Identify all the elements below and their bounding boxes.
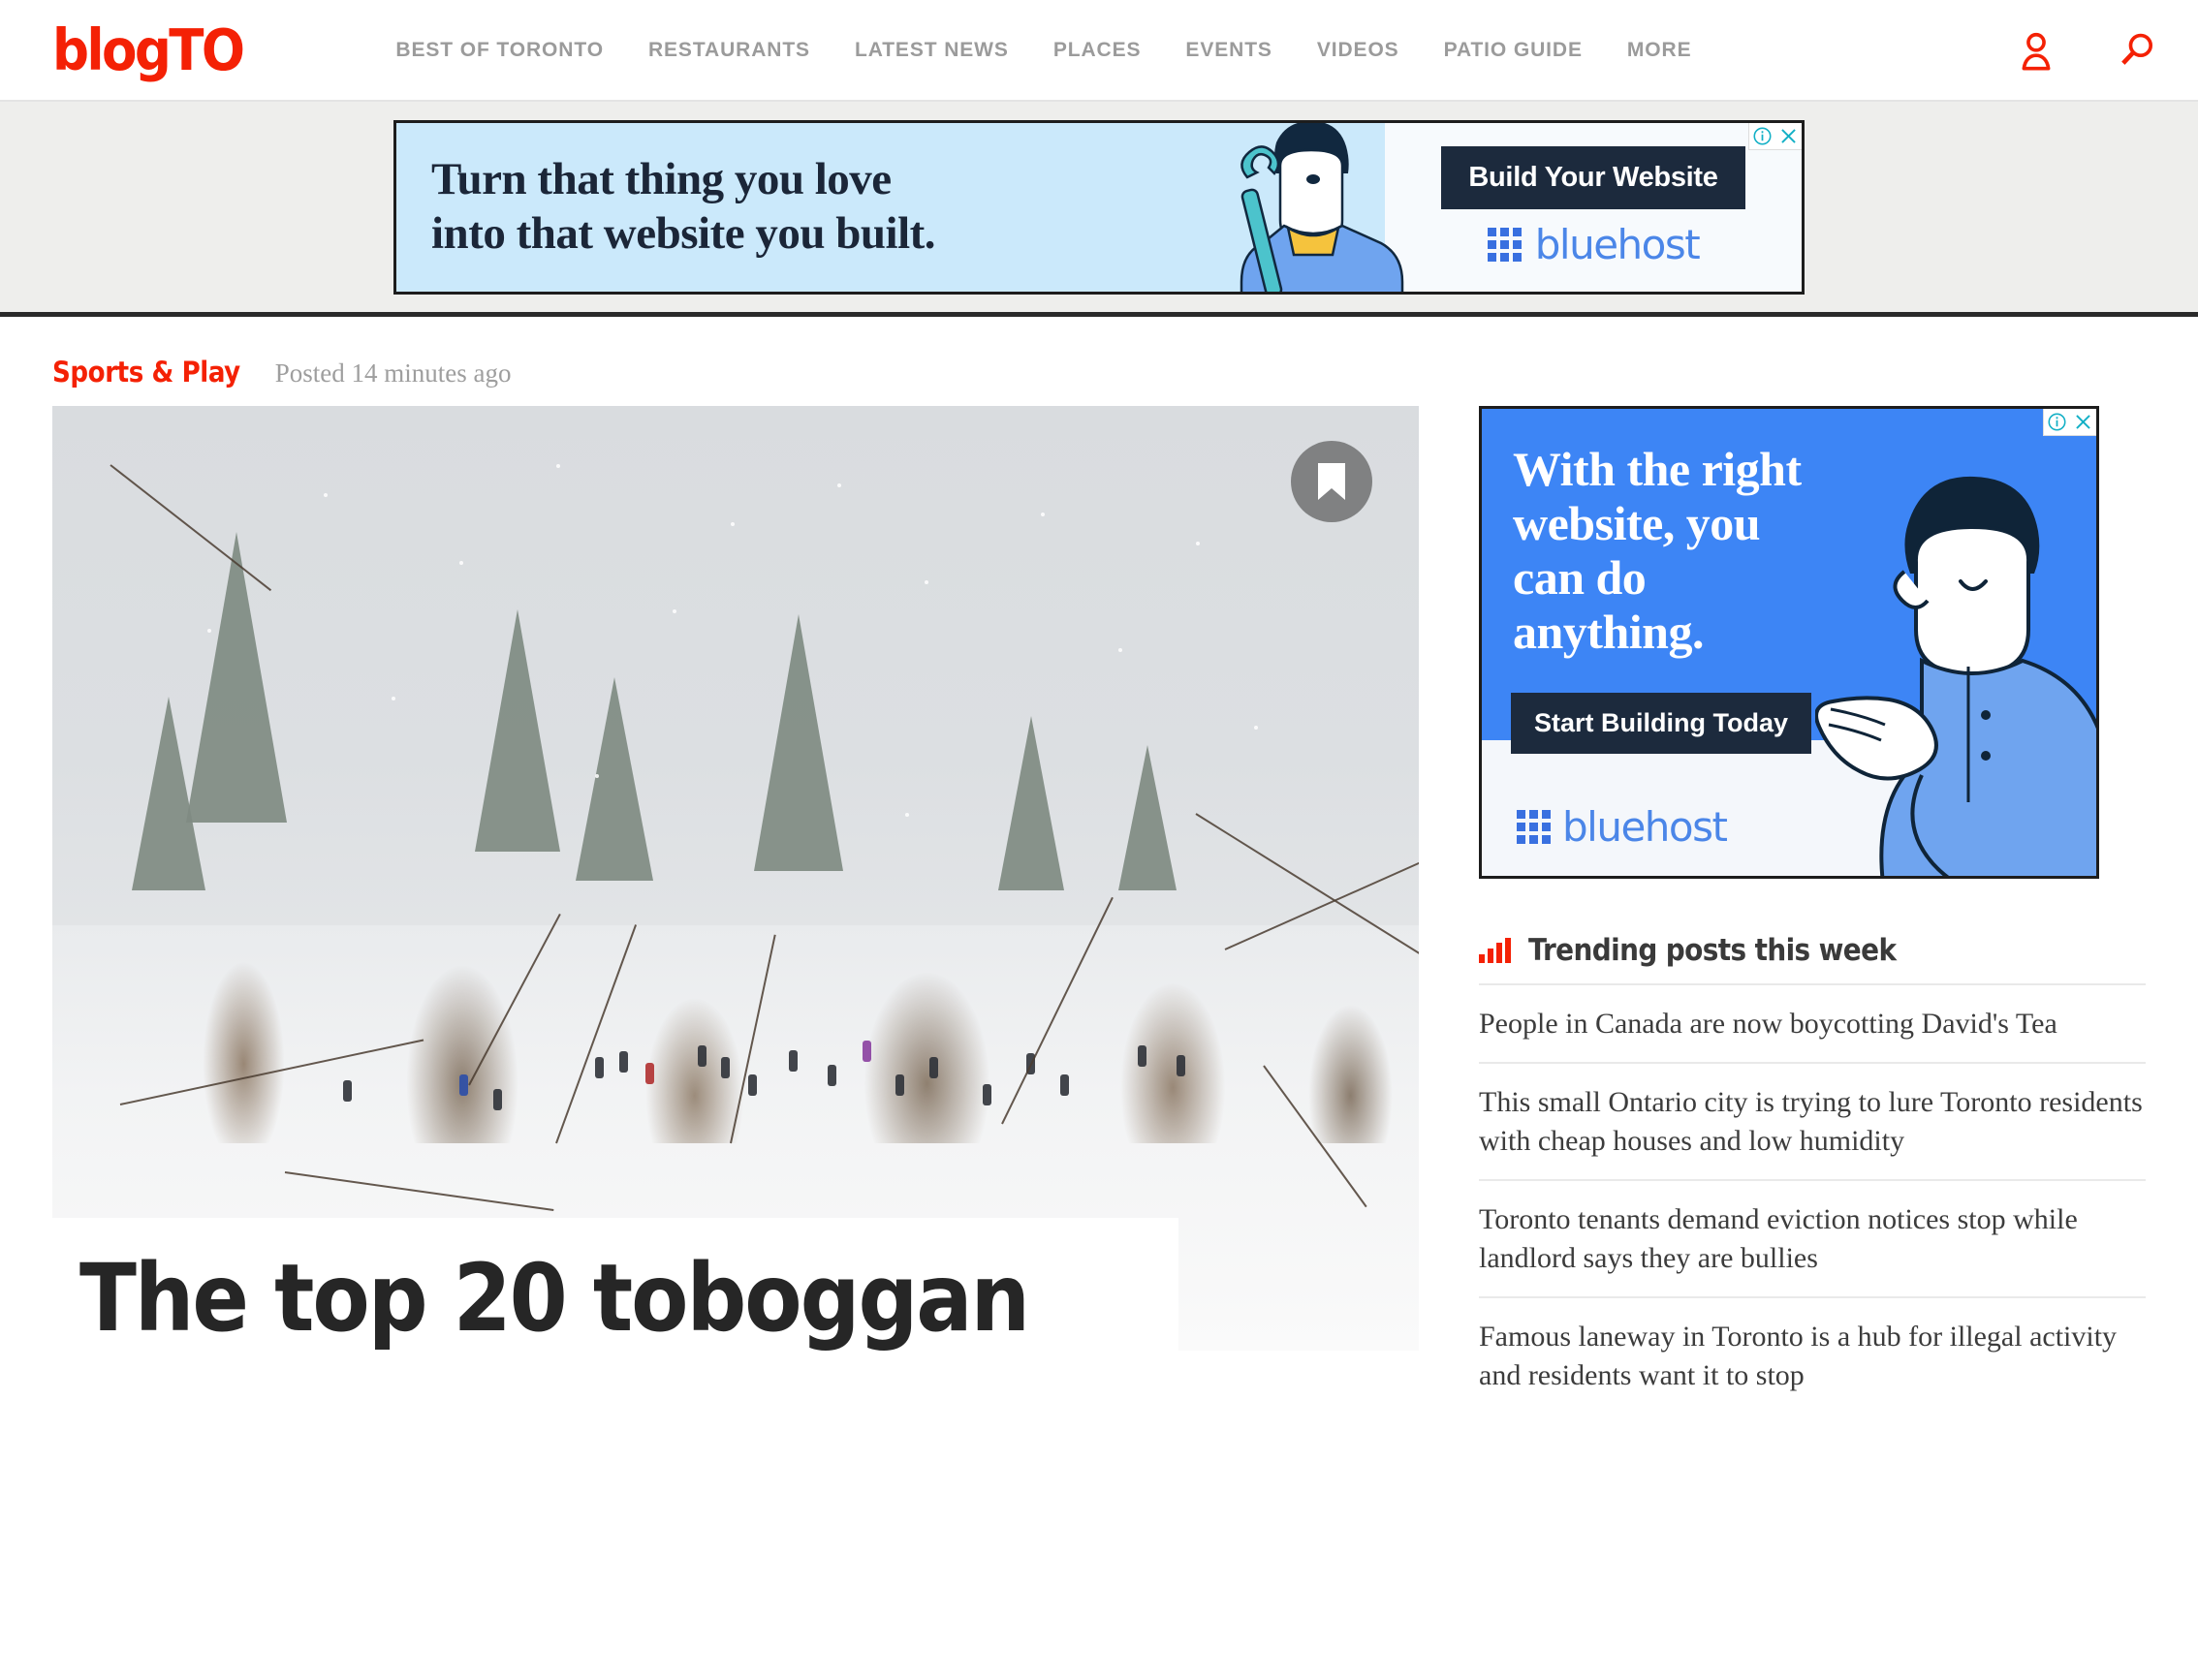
search-icon[interactable] — [2115, 29, 2159, 74]
leaderboard-ad-line2: into that website you built. — [431, 207, 936, 259]
hero-person — [929, 1057, 938, 1078]
sidebar-ad-headline: With the right website, you can do anyth… — [1513, 442, 1802, 659]
leaderboard-ad-copy: Turn that thing you love into that websi… — [431, 153, 936, 261]
sidebar: With the right website, you can do anyth… — [1479, 406, 2146, 1414]
hero-person — [748, 1074, 757, 1096]
leaderboard-ad-illustration — [1240, 122, 1404, 292]
sidebar-ad-cta-button[interactable]: Start Building Today — [1511, 693, 1811, 754]
main-navigation: BEST OF TORONTO RESTAURANTS LATEST NEWS … — [373, 39, 1713, 62]
hero-person — [595, 1057, 604, 1078]
article-category[interactable]: Sports & Play — [52, 356, 240, 389]
sidebar-ad-badges — [2043, 409, 2096, 436]
sidebar-bluehost-logo: bluehost — [1517, 803, 1728, 851]
sidebar-ad-illustration — [1815, 476, 2096, 876]
article-timestamp: Posted 14 minutes ago — [274, 358, 512, 388]
ad-close-icon[interactable] — [2070, 409, 2096, 435]
hero-person — [1060, 1074, 1069, 1096]
nav-item-best-of-toronto[interactable]: BEST OF TORONTO — [373, 39, 626, 62]
bluehost-grid-icon — [1487, 227, 1522, 262]
bluehost-wordmark: bluehost — [1534, 220, 1701, 268]
ad-info-icon[interactable] — [1749, 123, 1775, 149]
trending-post-item[interactable]: This small Ontario city is trying to lur… — [1479, 1061, 2146, 1179]
hero-person — [645, 1063, 654, 1084]
hero-person — [721, 1057, 730, 1078]
leaderboard-ad-line1: Turn that thing you love — [431, 154, 892, 205]
content-columns: The top 20 toboggan hills in Toronto by … — [52, 406, 2146, 1414]
site-logo[interactable]: blogTO — [52, 21, 245, 78]
sidebar-ad[interactable]: With the right website, you can do anyth… — [1479, 406, 2099, 879]
hero-person — [493, 1089, 502, 1110]
nav-item-places[interactable]: PLACES — [1031, 39, 1164, 62]
nav-item-videos[interactable]: VIDEOS — [1295, 39, 1422, 62]
bluehost-logo: bluehost — [1487, 220, 1701, 268]
hero-person — [698, 1045, 706, 1067]
hero-person — [1177, 1055, 1185, 1076]
bluehost-wordmark: bluehost — [1562, 803, 1728, 851]
nav-item-events[interactable]: EVENTS — [1163, 39, 1294, 62]
bar-chart-icon — [1479, 938, 1511, 963]
trending-post-item[interactable]: People in Canada are now boycotting Davi… — [1479, 983, 2146, 1062]
ad-close-icon[interactable] — [1775, 123, 1802, 149]
hero-person — [1138, 1045, 1146, 1067]
site-header: blogTO BEST OF TORONTO RESTAURANTS LATES… — [0, 0, 2198, 102]
hero-person — [789, 1050, 798, 1072]
hero-person — [895, 1074, 904, 1096]
leaderboard-ad-badges — [1748, 122, 1802, 150]
article-headline-box: The top 20 toboggan hills in Toronto by … — [52, 1218, 1178, 1351]
trending-title: Trending posts this week — [1528, 933, 1897, 968]
leaderboard-ad[interactable]: Turn that thing you love into that websi… — [393, 119, 1805, 295]
leaderboard-ad-cta-button[interactable]: Build Your Website — [1441, 145, 1745, 209]
hero-person — [619, 1051, 628, 1073]
article-hero-image[interactable]: The top 20 toboggan hills in Toronto by … — [52, 406, 1419, 1351]
bluehost-grid-icon — [1517, 810, 1551, 844]
hero-person — [459, 1074, 468, 1096]
nav-item-patio-guide[interactable]: PATIO GUIDE — [1422, 39, 1605, 62]
main-column: The top 20 toboggan hills in Toronto by … — [52, 406, 1419, 1414]
bookmark-icon — [1318, 463, 1345, 500]
article-meta: Sports & Play Posted 14 minutes ago — [52, 317, 2146, 406]
ad-info-icon[interactable] — [2044, 409, 2070, 435]
header-icon-group — [2014, 0, 2159, 102]
leaderboard-ad-strip: Turn that thing you love into that websi… — [0, 102, 2198, 317]
hero-person — [983, 1084, 991, 1105]
trending-post-item[interactable]: Toronto tenants demand eviction notices … — [1479, 1178, 2146, 1296]
trending-post-item[interactable]: Famous laneway in Toronto is a hub for i… — [1479, 1295, 2146, 1414]
hero-person — [828, 1065, 836, 1086]
hero-person — [343, 1080, 352, 1102]
nav-item-restaurants[interactable]: RESTAURANTS — [626, 39, 832, 62]
trending-header: Trending posts this week — [1479, 933, 2146, 968]
nav-item-more[interactable]: MORE — [1605, 39, 1714, 62]
nav-item-latest-news[interactable]: LATEST NEWS — [832, 39, 1031, 62]
bookmark-button[interactable] — [1291, 441, 1372, 522]
user-icon[interactable] — [2014, 29, 2058, 74]
article-headline[interactable]: The top 20 toboggan hills in Toronto by … — [79, 1251, 1130, 1351]
hero-person — [863, 1041, 871, 1062]
page-body: Sports & Play Posted 14 minutes ago The … — [0, 317, 2198, 1414]
